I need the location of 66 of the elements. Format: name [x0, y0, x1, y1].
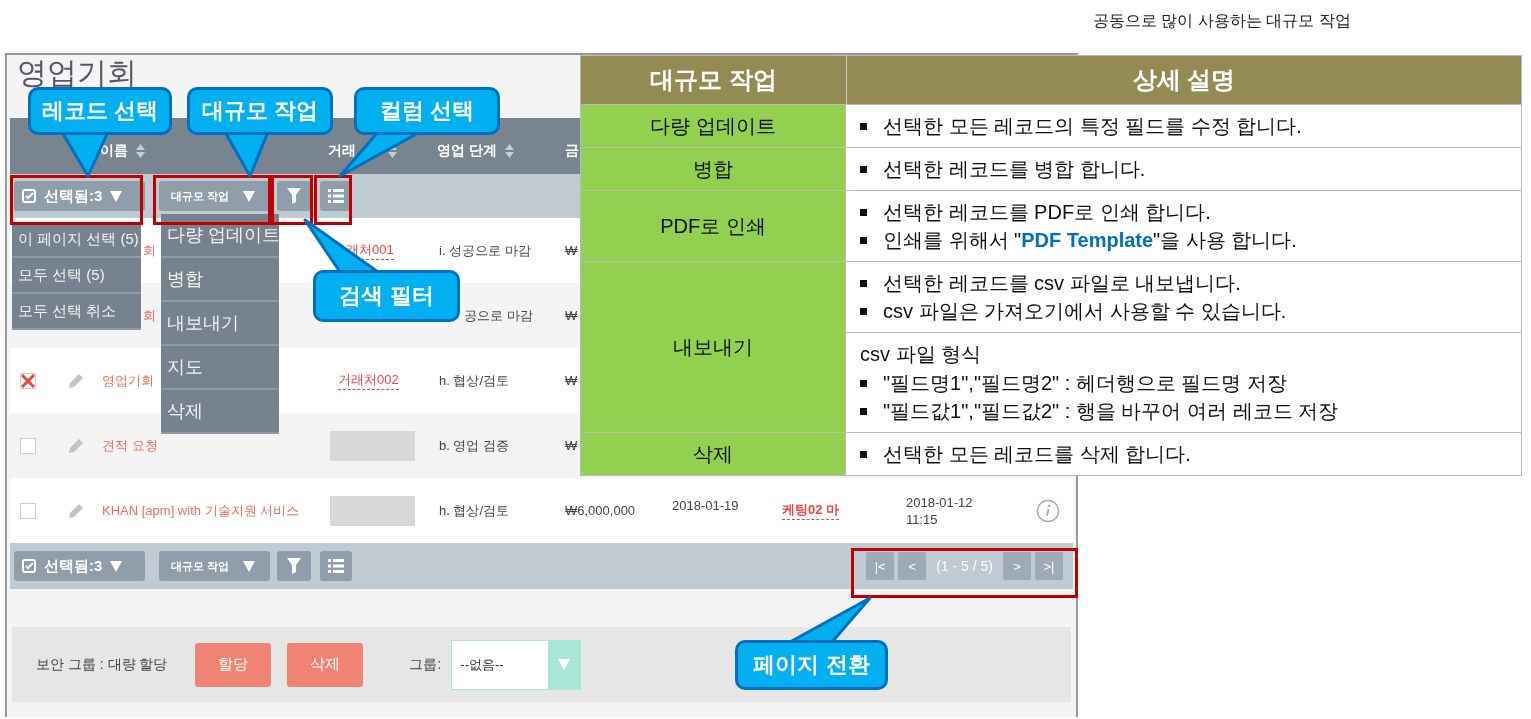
- format-heading: csv 파일 형식: [860, 342, 983, 367]
- menu-item[interactable]: 내보내기: [161, 302, 279, 346]
- table-cell-text: h. 협상/검토: [438, 371, 511, 390]
- description-text: 선택한 레코드를 csv 파일로 내보냅니다.: [883, 271, 1241, 296]
- group-select[interactable]: --없음--: [451, 639, 582, 690]
- table-cell: ₩: [565, 243, 578, 258]
- column-header[interactable]: 영업 단계: [437, 142, 514, 160]
- table-header: 상세 설명: [846, 56, 1521, 104]
- column-header[interactable]: 금: [565, 142, 579, 160]
- description-text: "필드값1","필드값2" : 행을 바꾸어 여러 레코드 저장: [883, 399, 1339, 424]
- menu-item[interactable]: 다량 업데이트: [161, 214, 279, 258]
- description-text: 선택한 레코드를 PDF로 인쇄 합니다.: [883, 200, 1211, 225]
- mass-action-dropdown[interactable]: 대규모 작업: [159, 181, 270, 211]
- bulk-assign-label: 보안 그룹 : 대량 할당: [36, 655, 168, 674]
- page-title: 영업기회: [17, 56, 137, 89]
- page-caption: 공동으로 많이 사용하는 대규모 작업: [1093, 12, 1351, 29]
- description-text: 선택한 모든 레코드의 특정 필드를 수정 합니다.: [883, 114, 1302, 139]
- action-name-cell: 다량 업데이트: [581, 105, 846, 147]
- menu-item[interactable]: 병합: [161, 258, 279, 302]
- menu-item[interactable]: 모두 선택 취소: [12, 294, 141, 330]
- description-text: 인쇄를 위해서 "PDF Template"을 사용 합니다.: [883, 228, 1297, 253]
- table-cell: ₩: [565, 373, 578, 388]
- action-button[interactable]: 할당: [195, 642, 272, 687]
- action-button[interactable]: 삭제: [287, 642, 364, 687]
- menu-item[interactable]: 삭제: [161, 390, 279, 434]
- account-link[interactable]: 거래처002: [338, 371, 399, 390]
- action-name-cell: 삭제: [581, 433, 846, 475]
- user-link[interactable]: 케팅02 마: [782, 501, 840, 520]
- description-text: 선택한 모든 레코드를 삭제 합니다.: [883, 442, 1191, 467]
- callout-bubble: 검색 필터: [313, 270, 460, 322]
- next-page-button[interactable]: >: [1003, 552, 1031, 580]
- action-name-cell: 병합: [581, 148, 846, 190]
- record-name-link[interactable]: 회: [143, 306, 156, 325]
- table-cell-text: 2018-01-19: [672, 497, 740, 513]
- selection-dropdown[interactable]: 선택됨:3: [14, 181, 145, 211]
- record-name-link[interactable]: 회: [143, 241, 156, 260]
- menu-item[interactable]: 이 페이지 선택 (5): [12, 222, 141, 258]
- last-page-button[interactable]: >|: [1035, 552, 1063, 580]
- callout-bubble: 페이지 전환: [735, 640, 888, 690]
- record-name-link[interactable]: 영업기회: [102, 371, 154, 390]
- description-text: "필드명1","필드명2" : 헤더행으로 필드명 저장: [883, 371, 1287, 396]
- table-cell-text: h. 협상/검토: [438, 501, 511, 520]
- first-page-button[interactable]: |<: [866, 552, 895, 580]
- table-cell-text: b. 영업 검증: [438, 436, 511, 455]
- table-header: 대규모 작업: [581, 56, 846, 104]
- action-name-cell: PDF로 인쇄: [581, 191, 846, 261]
- menu-item[interactable]: 지도: [161, 346, 279, 390]
- previous-page-button[interactable]: <: [898, 552, 927, 580]
- table-cell: ₩: [565, 438, 578, 453]
- description-text: 선택한 레코드를 병합 합니다.: [883, 157, 1146, 182]
- mass-action-dropdown[interactable]: 대규모 작업: [159, 551, 270, 581]
- column-header[interactable]: 이름: [100, 142, 145, 160]
- record-name-link[interactable]: KHAN [apm] with 기술지원 서비스: [102, 501, 300, 520]
- table-cell-text: i. 성공으로 마감: [438, 241, 532, 260]
- table-cell: ₩: [565, 308, 578, 323]
- table-cell: ₩6,000,000: [565, 503, 636, 518]
- group-label: 그룹:: [409, 655, 442, 674]
- selection-dropdown[interactable]: 선택됨:3: [14, 551, 145, 581]
- table-cell-text: 2018-01-12 11:15: [906, 494, 974, 528]
- record-name-link[interactable]: 견적 요청: [102, 436, 158, 455]
- callout-bubble: 컬럼 선택: [354, 87, 500, 135]
- description-text: csv 파일은 가져오기에서 사용할 수 있습니다.: [883, 299, 1287, 324]
- action-name-cell: 내보내기: [581, 262, 846, 432]
- page-range: (1 - 5 / 5): [935, 558, 994, 574]
- menu-item[interactable]: 모두 선택 (5): [12, 258, 141, 294]
- table-cell-text: 공으로 마감: [463, 306, 534, 325]
